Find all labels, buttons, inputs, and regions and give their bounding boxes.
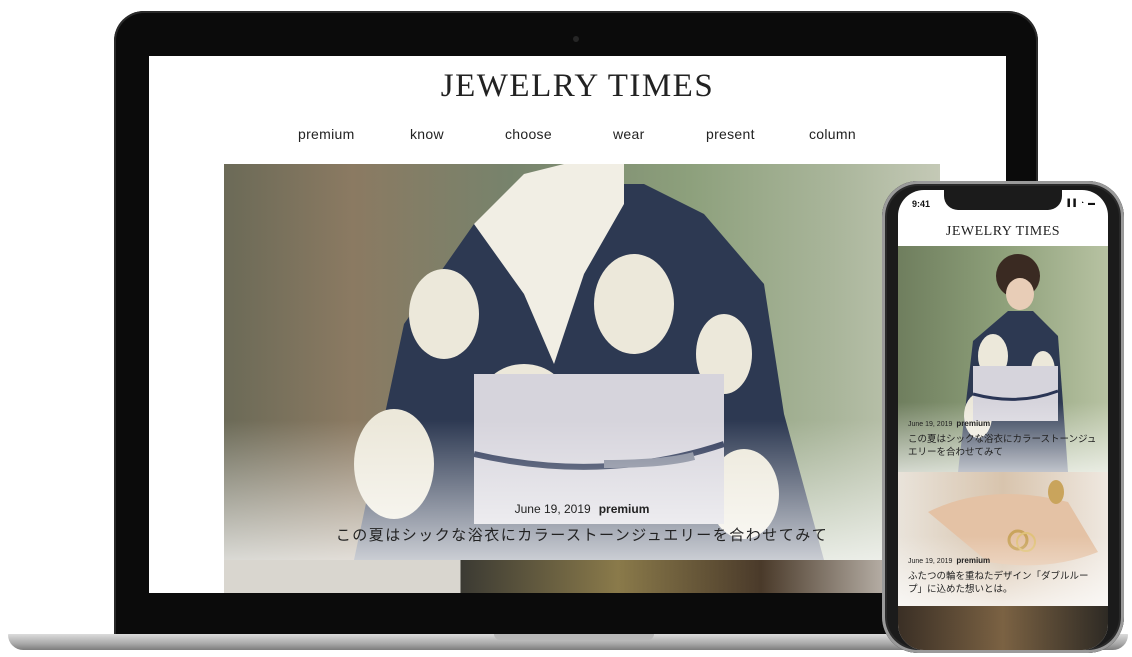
mobile-article-category[interactable]: premium: [956, 556, 990, 565]
mobile-article-date: June 19, 2019: [908, 558, 953, 565]
next-article-thumbnails[interactable]: [224, 560, 940, 593]
hero-article[interactable]: June 19, 2019 premium この夏はシックな浴衣にカラーストーンジ…: [224, 164, 940, 560]
nav-know[interactable]: know: [410, 126, 444, 142]
nav-column[interactable]: column: [809, 126, 856, 142]
laptop-base-notch: [494, 634, 654, 640]
mobile-site-title[interactable]: JEWELRY TIMES: [898, 224, 1108, 240]
laptop-screen: JEWELRY TIMES premium know choose wear p…: [149, 56, 1006, 593]
mobile-article-card[interactable]: [898, 606, 1108, 650]
camera-dot: [573, 36, 579, 42]
phone-screen: 9:41 ▐▐ ◔ ▬ JEWELRY TIMES June 19, 2019 p…: [898, 190, 1108, 650]
mobile-article-meta: June 19, 2019 premium: [908, 556, 990, 565]
hero-headline[interactable]: この夏はシックな浴衣にカラーストーンジュエリーを合わせてみて: [224, 524, 940, 545]
mobile-article-category[interactable]: premium: [956, 419, 990, 428]
nav-choose[interactable]: choose: [505, 126, 552, 142]
nav-premium[interactable]: premium: [298, 126, 355, 142]
mobile-article-meta: June 19, 2019 premium: [908, 419, 990, 428]
nav-present[interactable]: present: [706, 126, 755, 142]
site-title[interactable]: JEWELRY TIMES: [149, 68, 1006, 105]
hero-category[interactable]: premium: [599, 502, 650, 516]
status-time: 9:41: [912, 199, 931, 209]
hero-meta: June 19, 2019 premium: [224, 502, 940, 516]
mobile-article-card[interactable]: June 19, 2019 premium ふたつの輪を重ねたデザイン「ダブルルー…: [898, 472, 1108, 606]
mobile-article-card[interactable]: June 19, 2019 premium この夏はシックな浴衣にカラーストーンジ…: [898, 246, 1108, 472]
mobile-article-headline[interactable]: ふたつの輪を重ねたデザイン「ダブルループ」に込めた想いとは。: [908, 570, 1098, 596]
nav-wear[interactable]: wear: [613, 126, 645, 142]
status-bar-icons: ▐▐ ◔ ▬: [1064, 200, 1096, 207]
mobile-article-headline[interactable]: この夏はシックな浴衣にカラーストーンジュエリーを合わせてみて: [908, 433, 1098, 459]
phone-notch: [944, 190, 1062, 210]
mobile-article-date: June 19, 2019: [908, 421, 953, 428]
hero-date: June 19, 2019: [514, 502, 591, 516]
